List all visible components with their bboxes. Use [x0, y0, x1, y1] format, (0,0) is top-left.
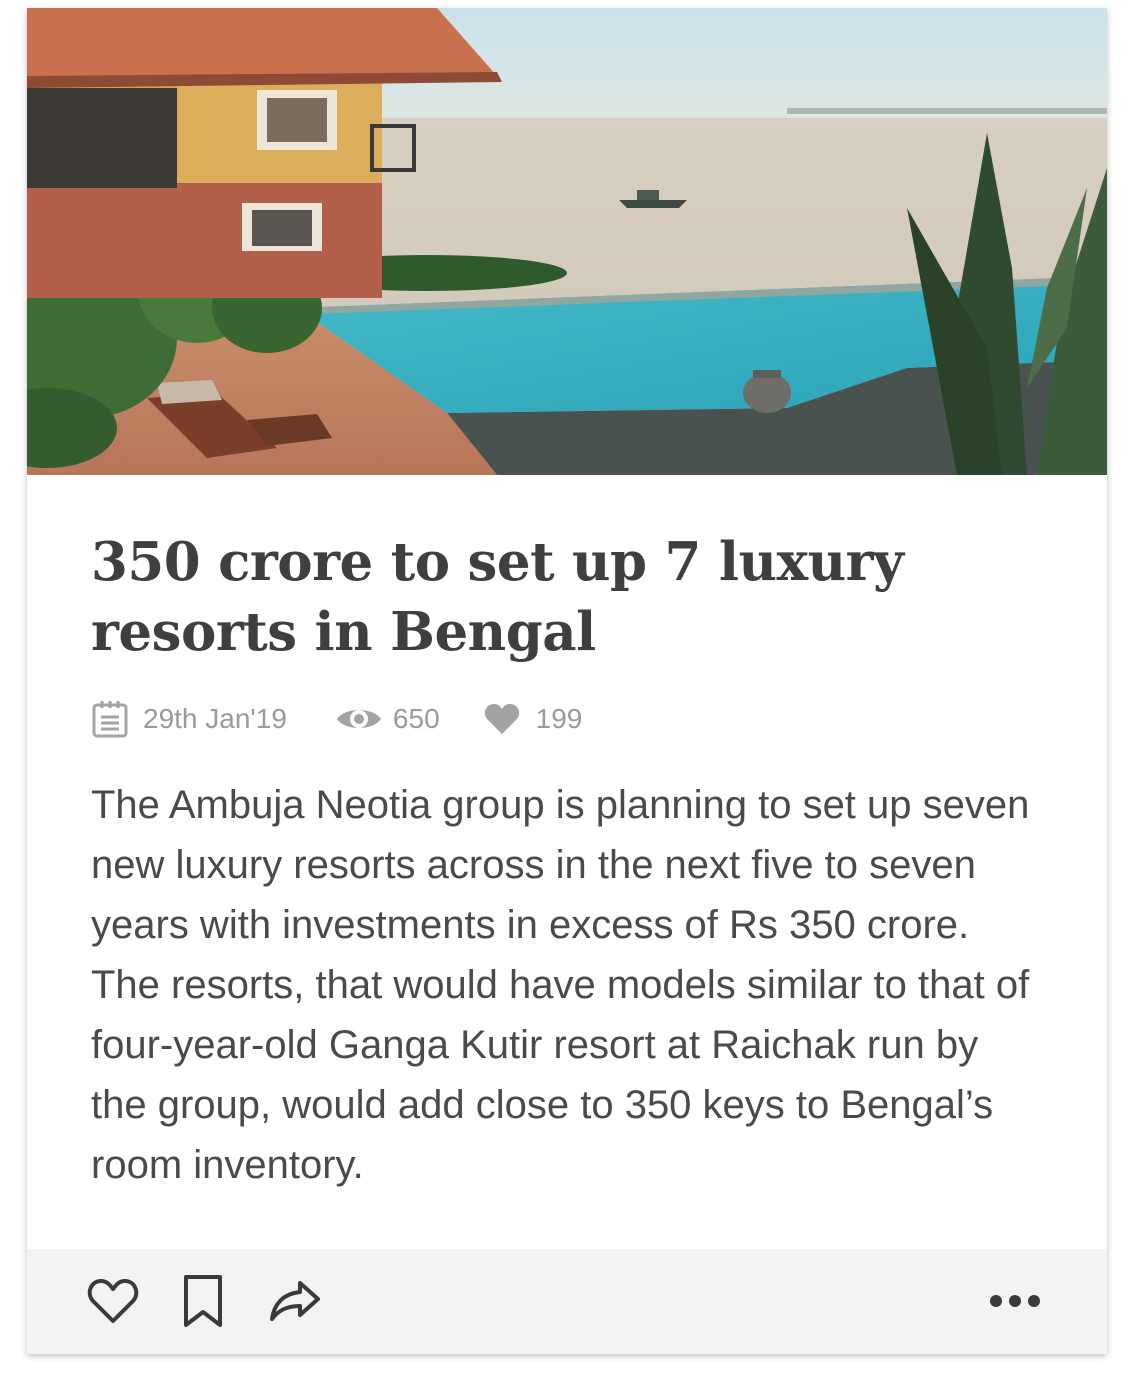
views-count: 650 — [392, 703, 440, 734]
resort-photo — [27, 8, 1107, 475]
eye-icon — [335, 703, 383, 735]
heart-filled-icon — [484, 702, 520, 736]
card-actions — [27, 1249, 1107, 1354]
like-button[interactable] — [85, 1275, 141, 1331]
article-views: 650 — [335, 703, 440, 735]
article-date: 29th Jan'19 — [91, 699, 287, 739]
bookmark-icon — [182, 1274, 224, 1333]
article-description: The Ambuja Neotia group is planning to s… — [91, 783, 1030, 1187]
article-content: 350 crore to set up 7 luxury resorts in … — [91, 475, 1041, 1195]
article-title[interactable]: 350 crore to set up 7 luxury resorts in … — [91, 475, 1041, 667]
article-meta: 29th Jan'19 650 199 — [91, 697, 1041, 741]
heart-outline-icon — [87, 1277, 139, 1330]
article-image[interactable] — [27, 8, 1107, 475]
more-dots-icon — [989, 1294, 1041, 1313]
date-text: 29th Jan'19 — [143, 703, 287, 734]
bookmark-button[interactable] — [175, 1274, 231, 1333]
calendar-icon — [91, 699, 129, 739]
share-button[interactable] — [267, 1275, 323, 1331]
likes-count: 199 — [535, 703, 583, 734]
share-icon — [268, 1279, 322, 1328]
article-likes: 199 — [484, 702, 583, 736]
article-card[interactable]: 350 crore to set up 7 luxury resorts in … — [27, 8, 1107, 1354]
more-button[interactable] — [985, 1275, 1045, 1331]
